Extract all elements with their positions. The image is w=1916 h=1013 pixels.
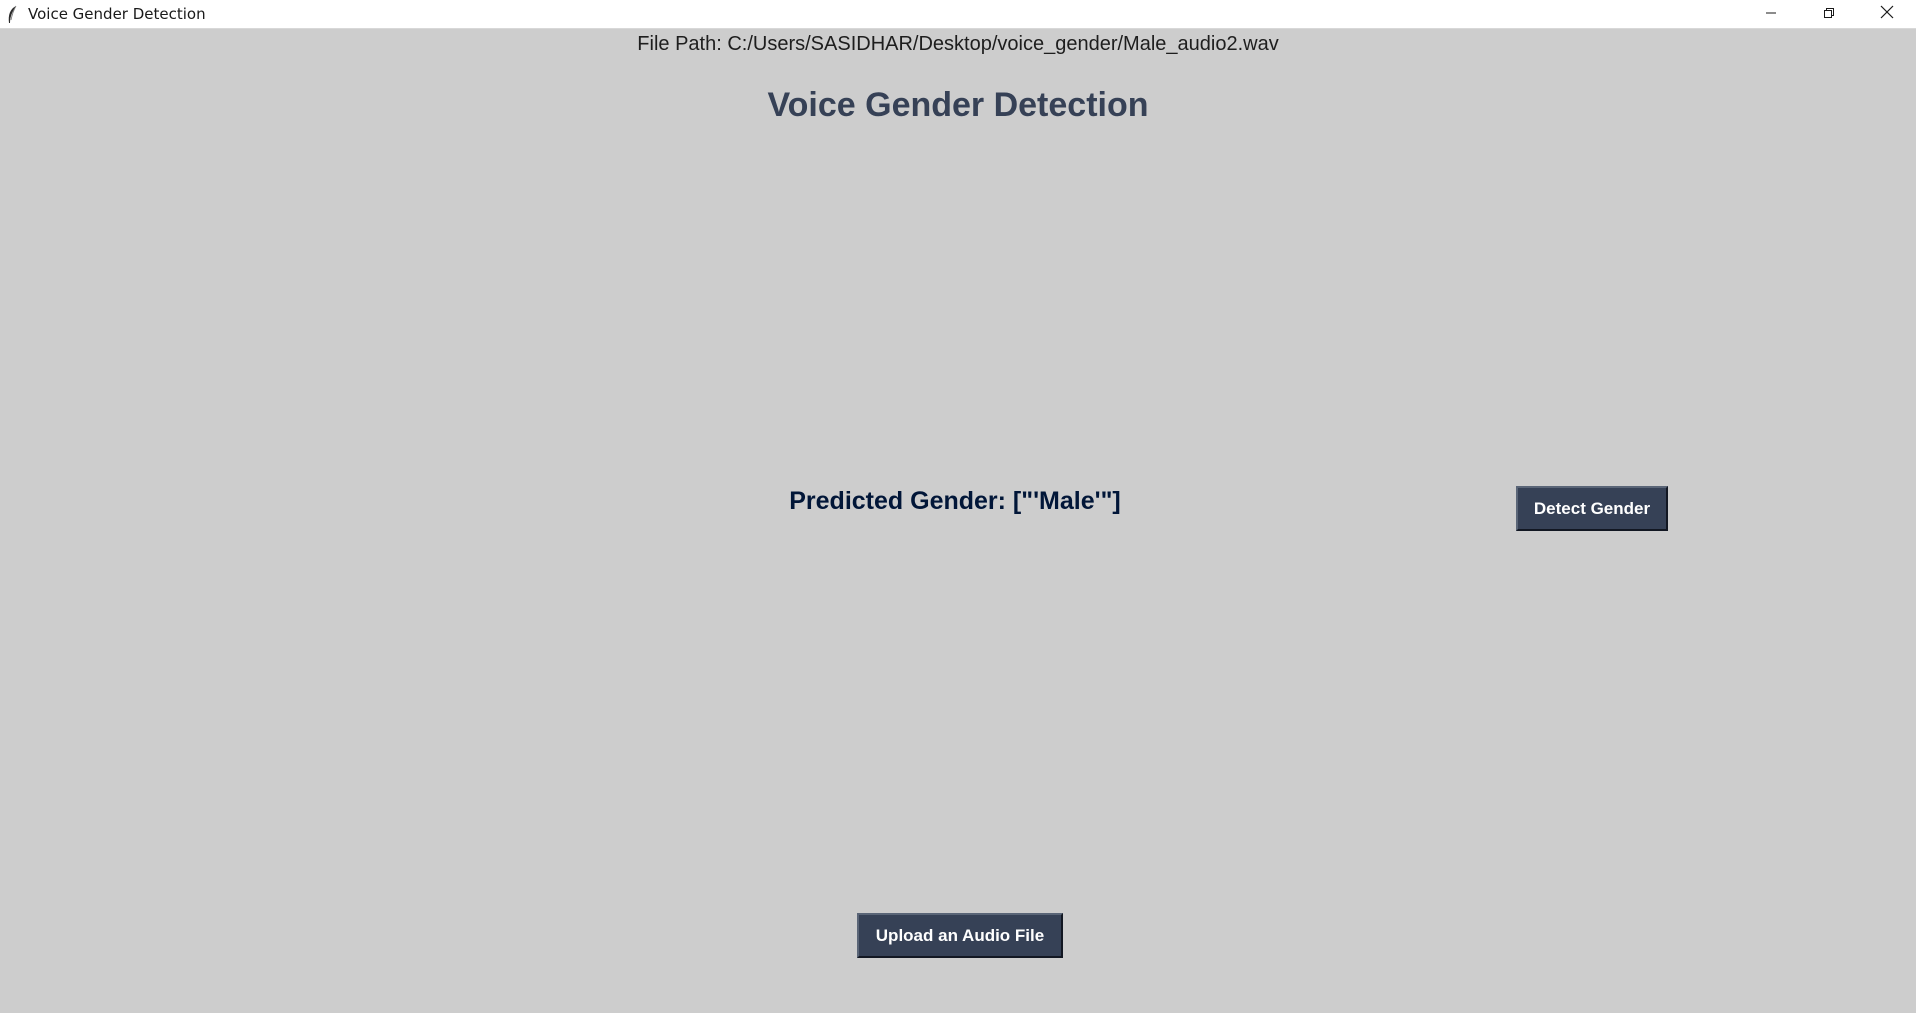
app-window: Voice Gender Detection File Path: C:/Use… — [0, 0, 1916, 1013]
restore-button[interactable] — [1800, 0, 1858, 29]
minimize-button[interactable] — [1742, 0, 1800, 29]
restore-icon — [1823, 6, 1835, 24]
file-path-label: File Path: C:/Users/SASIDHAR/Desktop/voi… — [637, 33, 1279, 55]
detect-gender-button[interactable]: Detect Gender — [1516, 486, 1668, 531]
upload-audio-button[interactable]: Upload an Audio File — [857, 913, 1063, 958]
window-title: Voice Gender Detection — [28, 5, 206, 23]
title-bar[interactable]: Voice Gender Detection — [0, 0, 1916, 29]
feather-icon — [6, 5, 18, 25]
predicted-gender-label: Predicted Gender: ["'Male'"] — [789, 487, 1121, 515]
close-icon — [1880, 5, 1894, 24]
close-button[interactable] — [1858, 0, 1916, 29]
page-title: Voice Gender Detection — [767, 86, 1149, 124]
minimize-icon — [1765, 6, 1777, 24]
